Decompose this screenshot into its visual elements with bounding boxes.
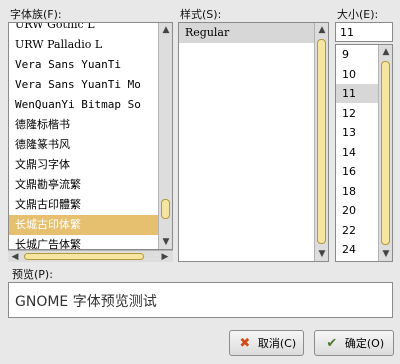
family-list[interactable]: URW Gothic L URW Palladio L Vera Sans Yuan… — [8, 22, 173, 250]
size-item[interactable]: 10 — [336, 65, 378, 84]
cancel-button-label: 取消(C) — [257, 337, 297, 350]
family-vscrollbar[interactable]: ▲ ▼ — [158, 23, 172, 249]
scroll-down-icon[interactable]: ▼ — [380, 248, 392, 260]
size-input[interactable]: 11 — [335, 22, 393, 42]
size-item[interactable]: 16 — [336, 162, 378, 181]
ok-hand-icon: ✔ — [326, 335, 338, 351]
size-item[interactable]: 18 — [336, 182, 378, 201]
scroll-right-icon[interactable]: ▶ — [159, 251, 171, 263]
size-item[interactable]: 24 — [336, 240, 378, 259]
scroll-down-icon[interactable]: ▼ — [316, 248, 328, 260]
family-item[interactable]: 文鼎习字体 — [9, 155, 158, 175]
style-scroll-thumb[interactable] — [317, 39, 326, 244]
family-item[interactable]: 德隆篆书风 — [9, 135, 158, 155]
size-list[interactable]: 9 10 11 12 13 14 16 18 20 22 24 ▲ ▼ — [335, 44, 393, 262]
family-item[interactable]: 长城古印体繁 — [9, 215, 158, 235]
family-scroll-thumb[interactable] — [161, 199, 170, 219]
size-item[interactable]: 13 — [336, 123, 378, 142]
ok-button[interactable]: ✔ 确定(O) — [314, 330, 394, 356]
style-vscrollbar[interactable]: ▲ ▼ — [314, 23, 328, 261]
family-item[interactable]: WenQuanYi Bitmap So — [9, 95, 158, 115]
size-item[interactable]: 12 — [336, 104, 378, 123]
size-item[interactable]: 22 — [336, 221, 378, 240]
preview-label: 预览(P): — [12, 268, 53, 281]
scroll-up-icon[interactable]: ▲ — [380, 46, 392, 58]
family-item[interactable]: 文鼎古印體繁 — [9, 195, 158, 215]
size-input-value: 11 — [340, 26, 354, 39]
style-item[interactable]: Regular — [179, 23, 314, 43]
family-item[interactable]: Vera Sans YuanTi Mo — [9, 75, 158, 95]
family-hscroll-thumb[interactable] — [24, 253, 144, 260]
family-item[interactable]: 长城广告体繁 — [9, 235, 158, 249]
scroll-down-icon[interactable]: ▼ — [160, 236, 172, 248]
family-item[interactable]: URW Palladio L — [9, 35, 158, 55]
family-item[interactable]: URW Gothic L — [9, 23, 158, 35]
size-item[interactable]: 11 — [336, 84, 378, 103]
scroll-left-icon[interactable]: ◀ — [9, 251, 21, 263]
family-label: 字体族(F): — [10, 8, 62, 21]
style-label: 样式(S): — [180, 8, 222, 21]
size-label: 大小(E): — [337, 8, 379, 21]
size-item[interactable]: 14 — [336, 143, 378, 162]
cancel-button[interactable]: ✖ 取消(C) — [229, 330, 304, 356]
family-hscrollbar[interactable]: ◀ ▶ — [8, 250, 173, 262]
style-list[interactable]: Regular ▲ ▼ — [178, 22, 329, 262]
family-item[interactable]: Vera Sans YuanTi — [9, 55, 158, 75]
size-vscrollbar[interactable]: ▲ ▼ — [378, 45, 392, 261]
size-scroll-thumb[interactable] — [381, 61, 390, 245]
scroll-up-icon[interactable]: ▲ — [316, 24, 328, 36]
family-item[interactable]: 德隆标楷书 — [9, 115, 158, 135]
cancel-x-icon: ✖ — [239, 335, 251, 351]
size-item[interactable]: 9 — [336, 45, 378, 64]
family-item[interactable]: 文鼎勘亭流繁 — [9, 175, 158, 195]
scroll-up-icon[interactable]: ▲ — [160, 24, 172, 36]
preview-text: GNOME 字体预览测试 — [15, 294, 157, 310]
size-item[interactable]: 20 — [336, 201, 378, 220]
ok-button-label: 确定(O) — [344, 337, 385, 350]
preview-entry[interactable]: GNOME 字体预览测试 — [8, 282, 393, 318]
